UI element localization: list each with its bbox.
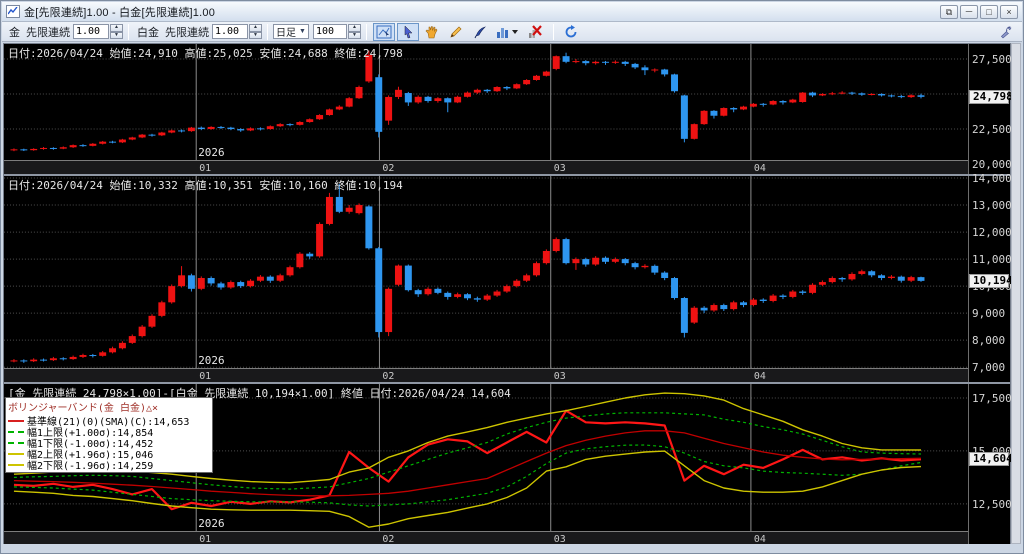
year-label: 2026 bbox=[198, 146, 224, 159]
svg-text:04: 04 bbox=[754, 163, 766, 174]
gold-last-price-tag: 24,798 bbox=[969, 89, 1013, 104]
delete-chart-icon[interactable] bbox=[525, 23, 547, 41]
platinum-panel: 日付:2026/04/24 始値:10,332 高値:10,351 安値:10,… bbox=[4, 172, 1013, 382]
maximize-button[interactable]: □ bbox=[980, 4, 998, 19]
instrument2-contract-label: 先限連続 bbox=[165, 26, 209, 39]
price-axis-label: 8,000 bbox=[972, 334, 1006, 348]
year-label: 2026 bbox=[198, 354, 224, 367]
price-axis-label: 12,000 bbox=[972, 226, 1012, 240]
instrument2-label: 白金 bbox=[137, 26, 159, 39]
price-axis-label: 17,500 bbox=[972, 391, 1012, 405]
price-axis-label: 7,000 bbox=[972, 361, 1006, 375]
price-axis-label: 13,000 bbox=[972, 199, 1012, 213]
spread-panel: [金 先限連続 24,798×1.00]-[白金 先限連続 10,194×1.0… bbox=[4, 384, 1013, 545]
price-axis-label: 20,000 bbox=[972, 158, 1012, 172]
wrench-icon[interactable] bbox=[995, 23, 1017, 41]
period-dropdown[interactable]: 日足 ▼ bbox=[273, 24, 309, 39]
minimize-button[interactable]: － bbox=[960, 4, 978, 19]
svg-text:01: 01 bbox=[199, 371, 211, 382]
instrument1-spinner[interactable]: ▲ ▼ bbox=[110, 24, 123, 39]
platinum-chart-canvas[interactable]: 01 02 03 04 2026 bbox=[4, 176, 968, 382]
chart-region: 日付:2026/04/24 始値:24,910 高値:25,025 安値:24,… bbox=[3, 43, 1013, 545]
float-window-button[interactable]: ⧉ bbox=[940, 4, 958, 19]
instrument1-multiplier-input[interactable] bbox=[73, 24, 109, 39]
price-axis-label: 11,000 bbox=[972, 253, 1012, 267]
bar-chart-menu-icon[interactable] bbox=[493, 23, 523, 41]
window-title: 金[先限連続]1.00 - 白金[先限連続]1.00 bbox=[24, 6, 216, 19]
bar-count-input[interactable] bbox=[312, 24, 347, 39]
svg-text:03: 03 bbox=[554, 163, 566, 174]
pencil-icon[interactable] bbox=[445, 23, 467, 41]
gold-chart-canvas[interactable]: 01 02 03 04 2026 bbox=[4, 44, 968, 174]
platinum-price-axis[interactable]: 14,00013,00012,00011,00010,0009,0008,000… bbox=[968, 172, 1013, 382]
spread-last-price-tag: 14,604 bbox=[969, 452, 1013, 467]
price-axis-label: 9,000 bbox=[972, 307, 1006, 321]
toolbar: 金 先限連続 ▲▼ 白金 先限連続 ▲▼ 日足▼ ▲▼ bbox=[2, 22, 1022, 42]
legend-item: 幅2下限(-1.96σ):14,259 bbox=[8, 459, 210, 472]
svg-text:04: 04 bbox=[754, 371, 766, 382]
window-bottom-edge bbox=[2, 544, 1022, 552]
chevron-down-icon: ▼ bbox=[299, 28, 306, 35]
gold-price-axis[interactable]: 27,50025,00022,50020,00024,798 bbox=[968, 44, 1013, 174]
platinum-last-price-tag: 10,194 bbox=[969, 273, 1013, 288]
select-cursor-icon[interactable] bbox=[396, 22, 419, 41]
year-label: 2026 bbox=[198, 517, 224, 530]
app-icon bbox=[6, 5, 20, 18]
instrument2-multiplier-input[interactable] bbox=[212, 24, 248, 39]
gold-panel: 日付:2026/04/24 始値:24,910 高値:25,025 安値:24,… bbox=[4, 44, 1013, 174]
pen-tool-icon[interactable] bbox=[469, 23, 491, 41]
instrument2-spinner[interactable]: ▲ ▼ bbox=[249, 24, 262, 39]
title-bar[interactable]: 金[先限連続]1.00 - 白金[先限連続]1.00 ⧉ － □ × bbox=[2, 2, 1022, 22]
bar-count-spinner[interactable]: ▲ ▼ bbox=[347, 24, 361, 39]
svg-text:02: 02 bbox=[382, 371, 394, 382]
vertical-scrollbar[interactable] bbox=[1011, 43, 1021, 544]
platinum-chart-plot[interactable]: 01 02 03 04 2026 bbox=[4, 176, 968, 382]
svg-text:03: 03 bbox=[554, 371, 566, 382]
bollinger-legend[interactable]: ボリンジャーバンド(金 白金)△× 基準線(21)(0)(SMA)(C):14,… bbox=[5, 397, 213, 473]
price-axis-label: 12,500 bbox=[972, 497, 1012, 511]
reload-icon[interactable] bbox=[560, 23, 582, 41]
gold-chart-plot[interactable]: 01 02 03 04 2026 bbox=[4, 44, 968, 174]
price-axis-label: 22,500 bbox=[972, 123, 1012, 137]
price-axis-label: 14,000 bbox=[972, 172, 1012, 186]
gold-panel-header: 日付:2026/04/24 始値:24,910 高値:25,025 安値:24,… bbox=[8, 47, 403, 60]
svg-text:02: 02 bbox=[382, 163, 394, 174]
platinum-panel-header: 日付:2026/04/24 始値:10,332 高値:10,351 安値:10,… bbox=[8, 179, 403, 192]
legend-title[interactable]: ボリンジャーバンド(金 白金)△× bbox=[8, 399, 210, 414]
spread-price-axis[interactable]: 17,50015,00012,50014,604 bbox=[968, 384, 1013, 545]
close-button[interactable]: × bbox=[1000, 4, 1018, 19]
crosshair-chart-icon[interactable] bbox=[372, 22, 395, 41]
svg-text:01: 01 bbox=[199, 163, 211, 174]
pan-hand-icon[interactable] bbox=[421, 23, 443, 41]
instrument1-contract-label: 先限連続 bbox=[26, 26, 70, 39]
instrument1-label: 金 bbox=[9, 26, 20, 39]
price-axis-label: 27,500 bbox=[972, 52, 1012, 66]
chart-window: 金[先限連続]1.00 - 白金[先限連続]1.00 ⧉ － □ × 金 先限連… bbox=[0, 0, 1024, 554]
